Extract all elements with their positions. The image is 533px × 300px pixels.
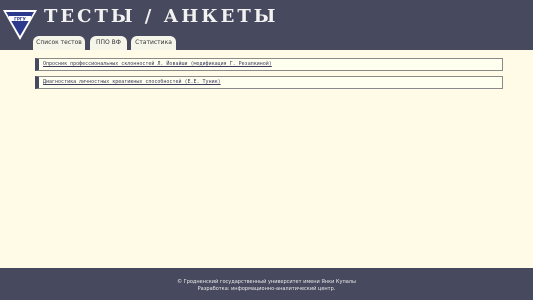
- site-title: ТЕСТЫ / АНКЕТЫ: [44, 6, 279, 27]
- footer: © Гродненский государственный университе…: [0, 268, 533, 300]
- tab-statistics[interactable]: Статистика: [131, 36, 176, 50]
- university-logo[interactable]: ГРГУ: [3, 10, 37, 40]
- test-link-yovaisha[interactable]: Опросник профессиональных склонностей Л.…: [43, 59, 272, 70]
- list-item: Диагностика личностных креативных способ…: [35, 76, 503, 89]
- header: ГРГУ ТЕСТЫ / АНКЕТЫ Список тестов ППО ВФ…: [0, 0, 533, 50]
- test-link-tunik[interactable]: Диагностика личностных креативных способ…: [43, 77, 221, 88]
- test-list: Опросник профессиональных склонностей Л.…: [35, 58, 503, 94]
- footer-copyright: © Гродненский государственный университе…: [177, 279, 356, 285]
- list-item: Опросник профессиональных склонностей Л.…: [35, 58, 503, 71]
- tab-test-list[interactable]: Список тестов: [33, 36, 85, 50]
- logo-text: ГРГУ: [14, 16, 26, 21]
- tab-ppo-vf[interactable]: ППО ВФ: [90, 36, 127, 50]
- footer-developer: Разработка: информационно-аналитический …: [197, 286, 336, 292]
